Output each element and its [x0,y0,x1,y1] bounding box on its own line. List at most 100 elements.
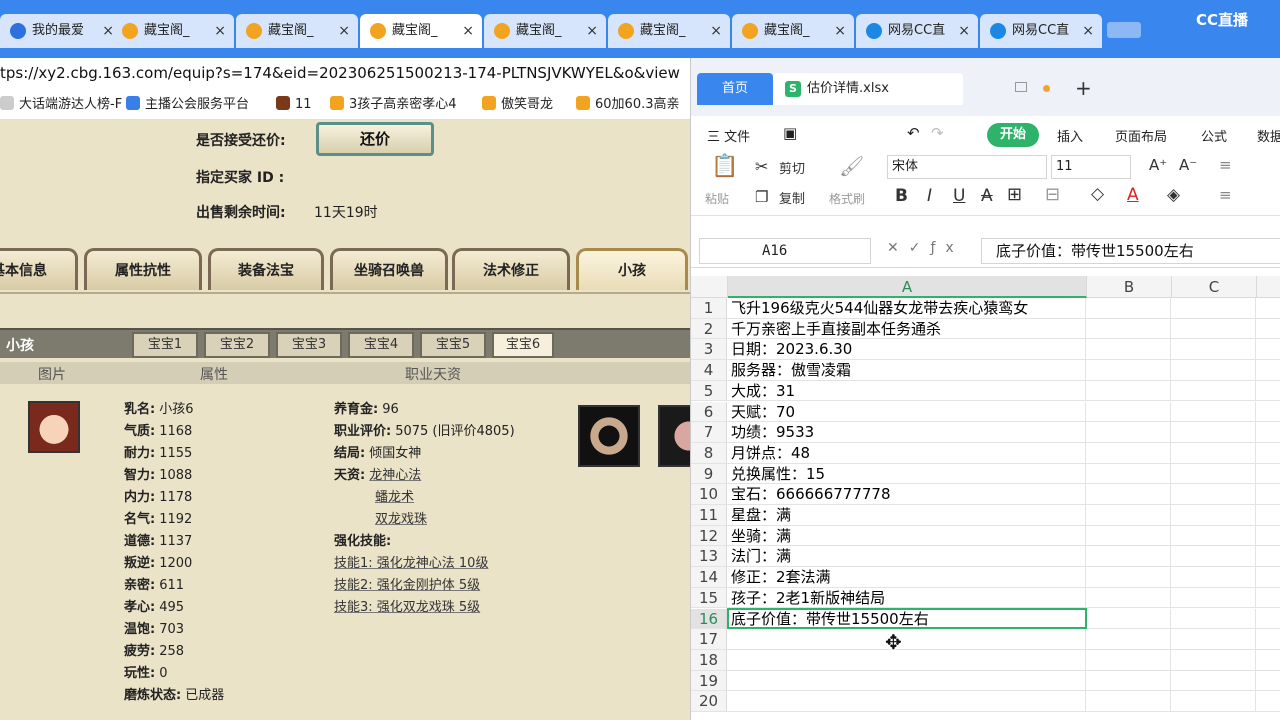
sub-tab-5[interactable]: 宝宝5 [420,332,486,358]
close-icon[interactable]: × [586,14,598,48]
new-tab-plus-icon[interactable]: + [1075,76,1092,100]
cut-button[interactable]: 剪切 [779,158,805,177]
skill-2-value[interactable]: 技能2: 强化金刚护体 5级 [334,578,480,593]
skill-3[interactable]: 技能3: 强化双龙戏珠 5级 [330,600,480,616]
cell-a[interactable]: 服务器：傲雪凌霜 [728,360,1086,380]
menu-page-layout[interactable]: 页面布局 [1115,126,1167,145]
cell-a[interactable] [728,670,1086,691]
tab-4[interactable]: 法术修正 [452,248,570,290]
bookmark-item[interactable]: 主播公会服务平台 [126,96,249,113]
row-number[interactable]: 6 [691,401,727,422]
cell-b[interactable] [1087,505,1171,525]
cell-b[interactable] [1087,360,1171,380]
cell-a[interactable]: 坐骑：满 [728,525,1086,546]
cell-a[interactable]: 兑换属性：15 [728,463,1086,484]
cell-b[interactable] [1087,463,1171,484]
copy-icon[interactable]: ❐ [755,188,768,206]
counter-offer-button[interactable]: 还价 [316,122,434,156]
cell-c[interactable] [1172,691,1256,711]
browser-tab[interactable]: 网易CC直 × [856,14,978,48]
bookmark-item[interactable]: 大话端游达人榜-F [0,96,122,113]
skill-1-value[interactable]: 技能1: 强化龙神心法 10级 [334,556,488,571]
close-icon[interactable]: × [1082,14,1094,48]
bookmark-item[interactable]: 11 [276,96,312,113]
column-header-b[interactable]: B [1087,276,1172,298]
row-number[interactable]: 16 [691,608,727,629]
cell-a[interactable]: 大成：31 [728,380,1086,401]
eraser-icon[interactable]: ◈ [1167,185,1180,205]
cell-style-icon[interactable]: ⊟ [1045,184,1060,205]
column-header-a[interactable]: A [728,276,1087,298]
row-number[interactable]: 4 [691,360,727,380]
cell-b[interactable] [1087,567,1171,587]
format-painter-button[interactable]: 格式刷 [829,190,865,207]
cell-b[interactable] [1087,401,1171,422]
browser-tab[interactable]: 藏宝阁_ × [484,14,606,48]
cell-c[interactable] [1172,484,1256,504]
menu-data[interactable]: 数据 [1257,126,1280,145]
row-number[interactable]: 17 [691,629,727,649]
cell-b[interactable] [1087,691,1171,711]
font-size-select[interactable]: 11 [1051,155,1131,179]
row-number[interactable]: 10 [691,484,727,504]
copy-button[interactable]: 复制 [779,188,805,207]
row-number[interactable]: 1 [691,298,727,318]
row-number[interactable]: 8 [691,442,727,463]
strikethrough-button[interactable]: A [981,186,993,206]
cell-a[interactable]: 星盘：满 [728,505,1086,525]
cell-b[interactable] [1087,629,1171,649]
bold-button[interactable]: B [895,186,908,206]
skill-2[interactable]: 技能2: 强化金刚护体 5级 [330,578,480,594]
paste-icon[interactable]: 📋 [711,154,738,179]
talent-2-value[interactable]: 蟠龙术 [375,490,414,505]
talent-1[interactable]: 天资: 龙神心法 [334,468,421,484]
cell-c[interactable] [1172,422,1256,442]
tab-5[interactable]: 小孩 [576,248,688,290]
cell-b[interactable] [1087,484,1171,504]
browser-tab[interactable]: 我的最爱 × [0,14,122,48]
align-left-icon[interactable]: ≡ [1219,186,1232,204]
cell-c[interactable] [1172,380,1256,401]
font-name-select[interactable]: 宋体 [887,155,1047,179]
cell-b[interactable] [1087,525,1171,546]
tab-2[interactable]: 装备法宝 [208,248,324,290]
menu-file[interactable]: 三 文件 [707,126,750,145]
cell-a[interactable]: 飞升196级克火544仙器女龙带去疾心猿鸾女 [728,298,1086,318]
formula-icons[interactable]: ✕✓ƒx [887,240,964,256]
tab-0[interactable]: 基本信息 [0,248,78,290]
cell-c[interactable] [1172,670,1256,691]
cell-a[interactable]: 修正：2套法满 [728,567,1086,587]
italic-button[interactable]: I [927,186,932,206]
row-number[interactable]: 13 [691,546,727,567]
cell-c[interactable] [1172,505,1256,525]
cell-b[interactable] [1087,670,1171,691]
bookmark-item[interactable]: 60加60.3高亲 [576,96,680,113]
row-number[interactable]: 18 [691,649,727,670]
home-tab[interactable]: 首页 [697,73,773,105]
browser-tab[interactable]: 藏宝阁_ × [236,14,358,48]
cell-a[interactable]: 宝石：666666777778 [728,484,1086,504]
browser-tab[interactable]: 网易CC直 × [980,14,1102,48]
selected-cell[interactable]: 底子价值：带传世15500左右 [727,607,1087,630]
increase-font-icon[interactable]: A⁺ [1149,156,1167,174]
sub-tab-4[interactable]: 宝宝4 [348,332,414,358]
font-color-icon[interactable]: A [1127,185,1139,205]
formula-input[interactable]: 底子价值：带传世15500左右 [981,238,1280,264]
cell-a[interactable] [728,649,1086,670]
talent-1-value[interactable]: 龙神心法 [369,468,421,483]
cell-c[interactable] [1172,442,1256,463]
bookmark-item[interactable]: 3孩子高亲密孝心4 [330,96,457,113]
row-number[interactable]: 3 [691,339,727,360]
cell-b[interactable] [1087,587,1171,608]
cell-c[interactable] [1172,546,1256,567]
browser-tab[interactable]: 藏宝阁_ × [732,14,854,48]
browser-tab[interactable]: 藏宝阁_ × [112,14,234,48]
save-icon[interactable]: ▣ [783,124,797,142]
sub-tab-3[interactable]: 宝宝3 [276,332,342,358]
wreath-item-thumbnail[interactable] [578,405,640,467]
cell-b[interactable] [1087,380,1171,401]
row-number[interactable]: 19 [691,670,727,691]
window-icon[interactable] [1015,82,1027,92]
new-tab-button[interactable] [1107,22,1141,38]
cell-a[interactable]: 孩子：2老1新版神结局 [728,587,1086,608]
